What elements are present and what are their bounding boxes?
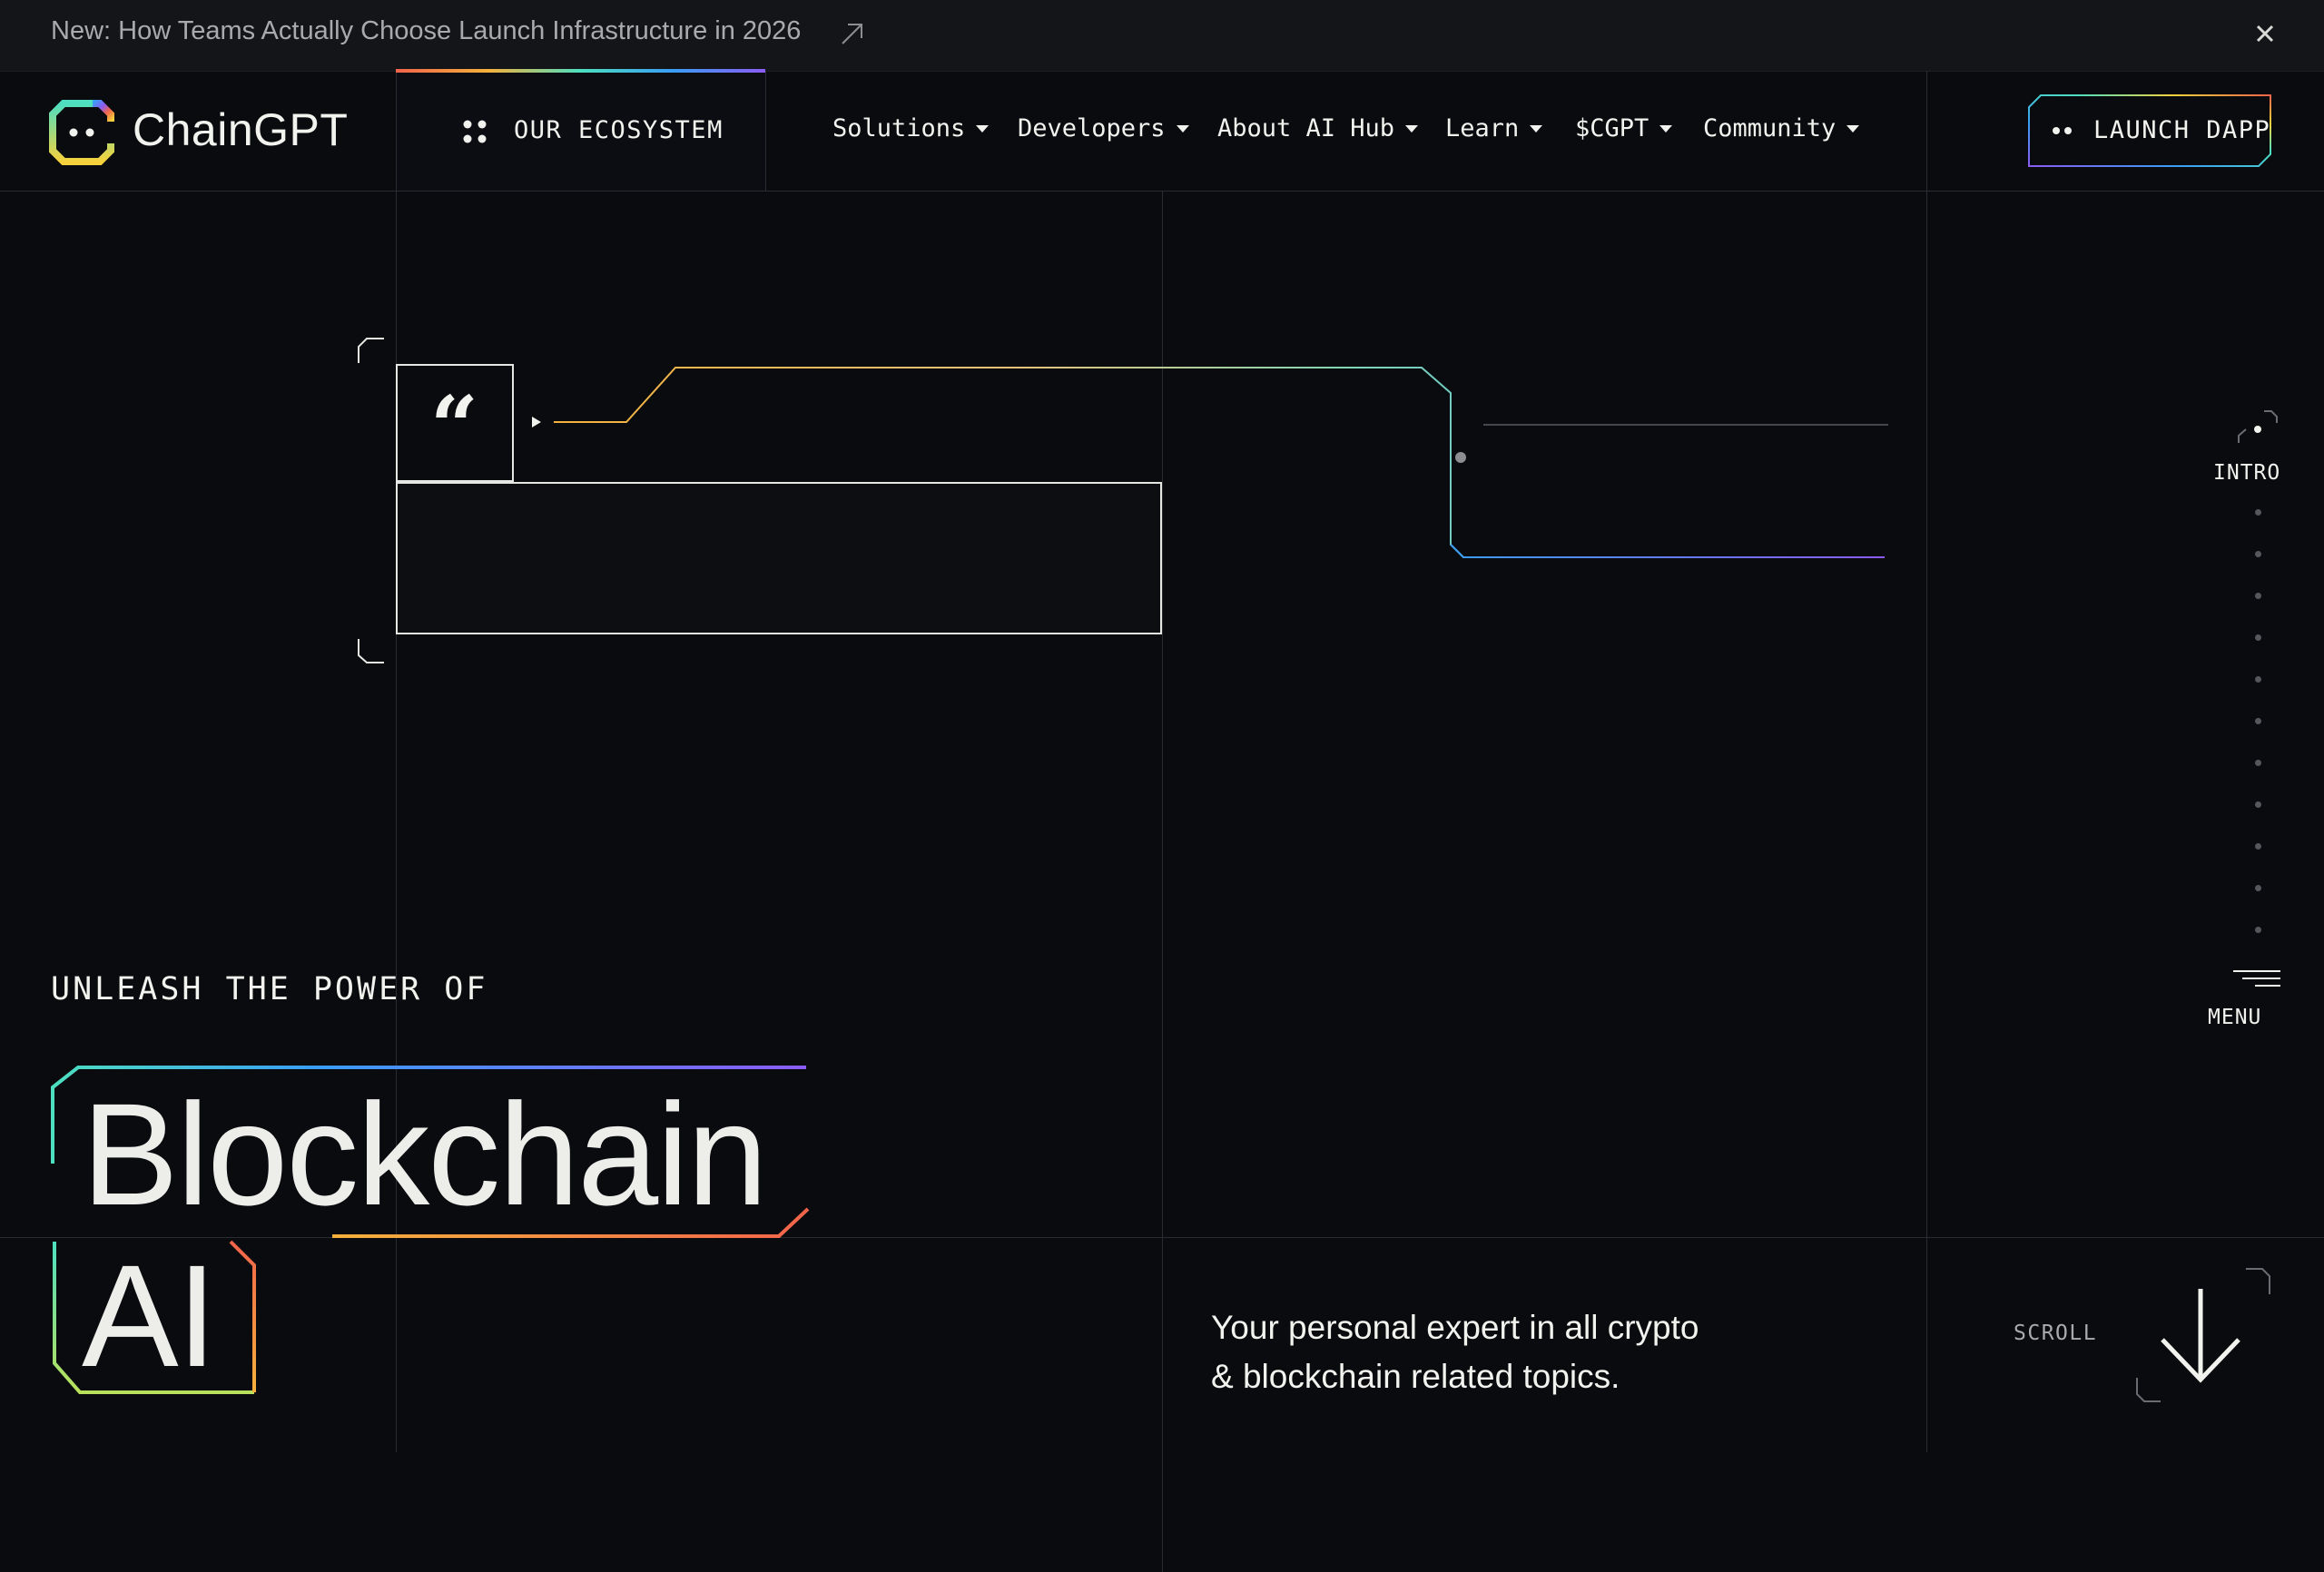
hero-title-blockchain: Blockchain [82,1073,768,1235]
side-nav-dot[interactable] [2255,843,2261,850]
hero-kicker: UNLEASH THE POWER OF [51,971,488,1007]
side-nav-dot[interactable] [2255,551,2261,557]
menu-button[interactable]: MENU [2208,1006,2261,1029]
side-nav-dot[interactable] [2255,676,2261,683]
hero-tagline: Your personal expert in all crypto & blo… [1211,1303,1774,1401]
arrow-down-icon[interactable] [2157,1287,2244,1385]
side-nav-dot[interactable] [2255,927,2261,933]
side-nav-dot[interactable] [2255,718,2261,724]
hero-title-ai: AI [82,1234,217,1397]
side-nav-dot[interactable] [2255,509,2261,516]
side-nav-dot[interactable] [2255,593,2261,599]
side-nav-dot[interactable] [2255,634,2261,641]
tagline-line-2: & blockchain related topics. [1211,1358,1620,1395]
side-nav-intro[interactable]: INTRO [2213,461,2280,485]
side-nav-dot[interactable] [2255,801,2261,808]
menu-lines-icon [2233,970,2280,987]
scroll-label[interactable]: SCROLL [2014,1321,2097,1345]
side-nav-dot[interactable] [2255,885,2261,891]
side-nav-dot[interactable] [2255,760,2261,766]
tagline-line-1: Your personal expert in all crypto [1211,1309,1699,1346]
